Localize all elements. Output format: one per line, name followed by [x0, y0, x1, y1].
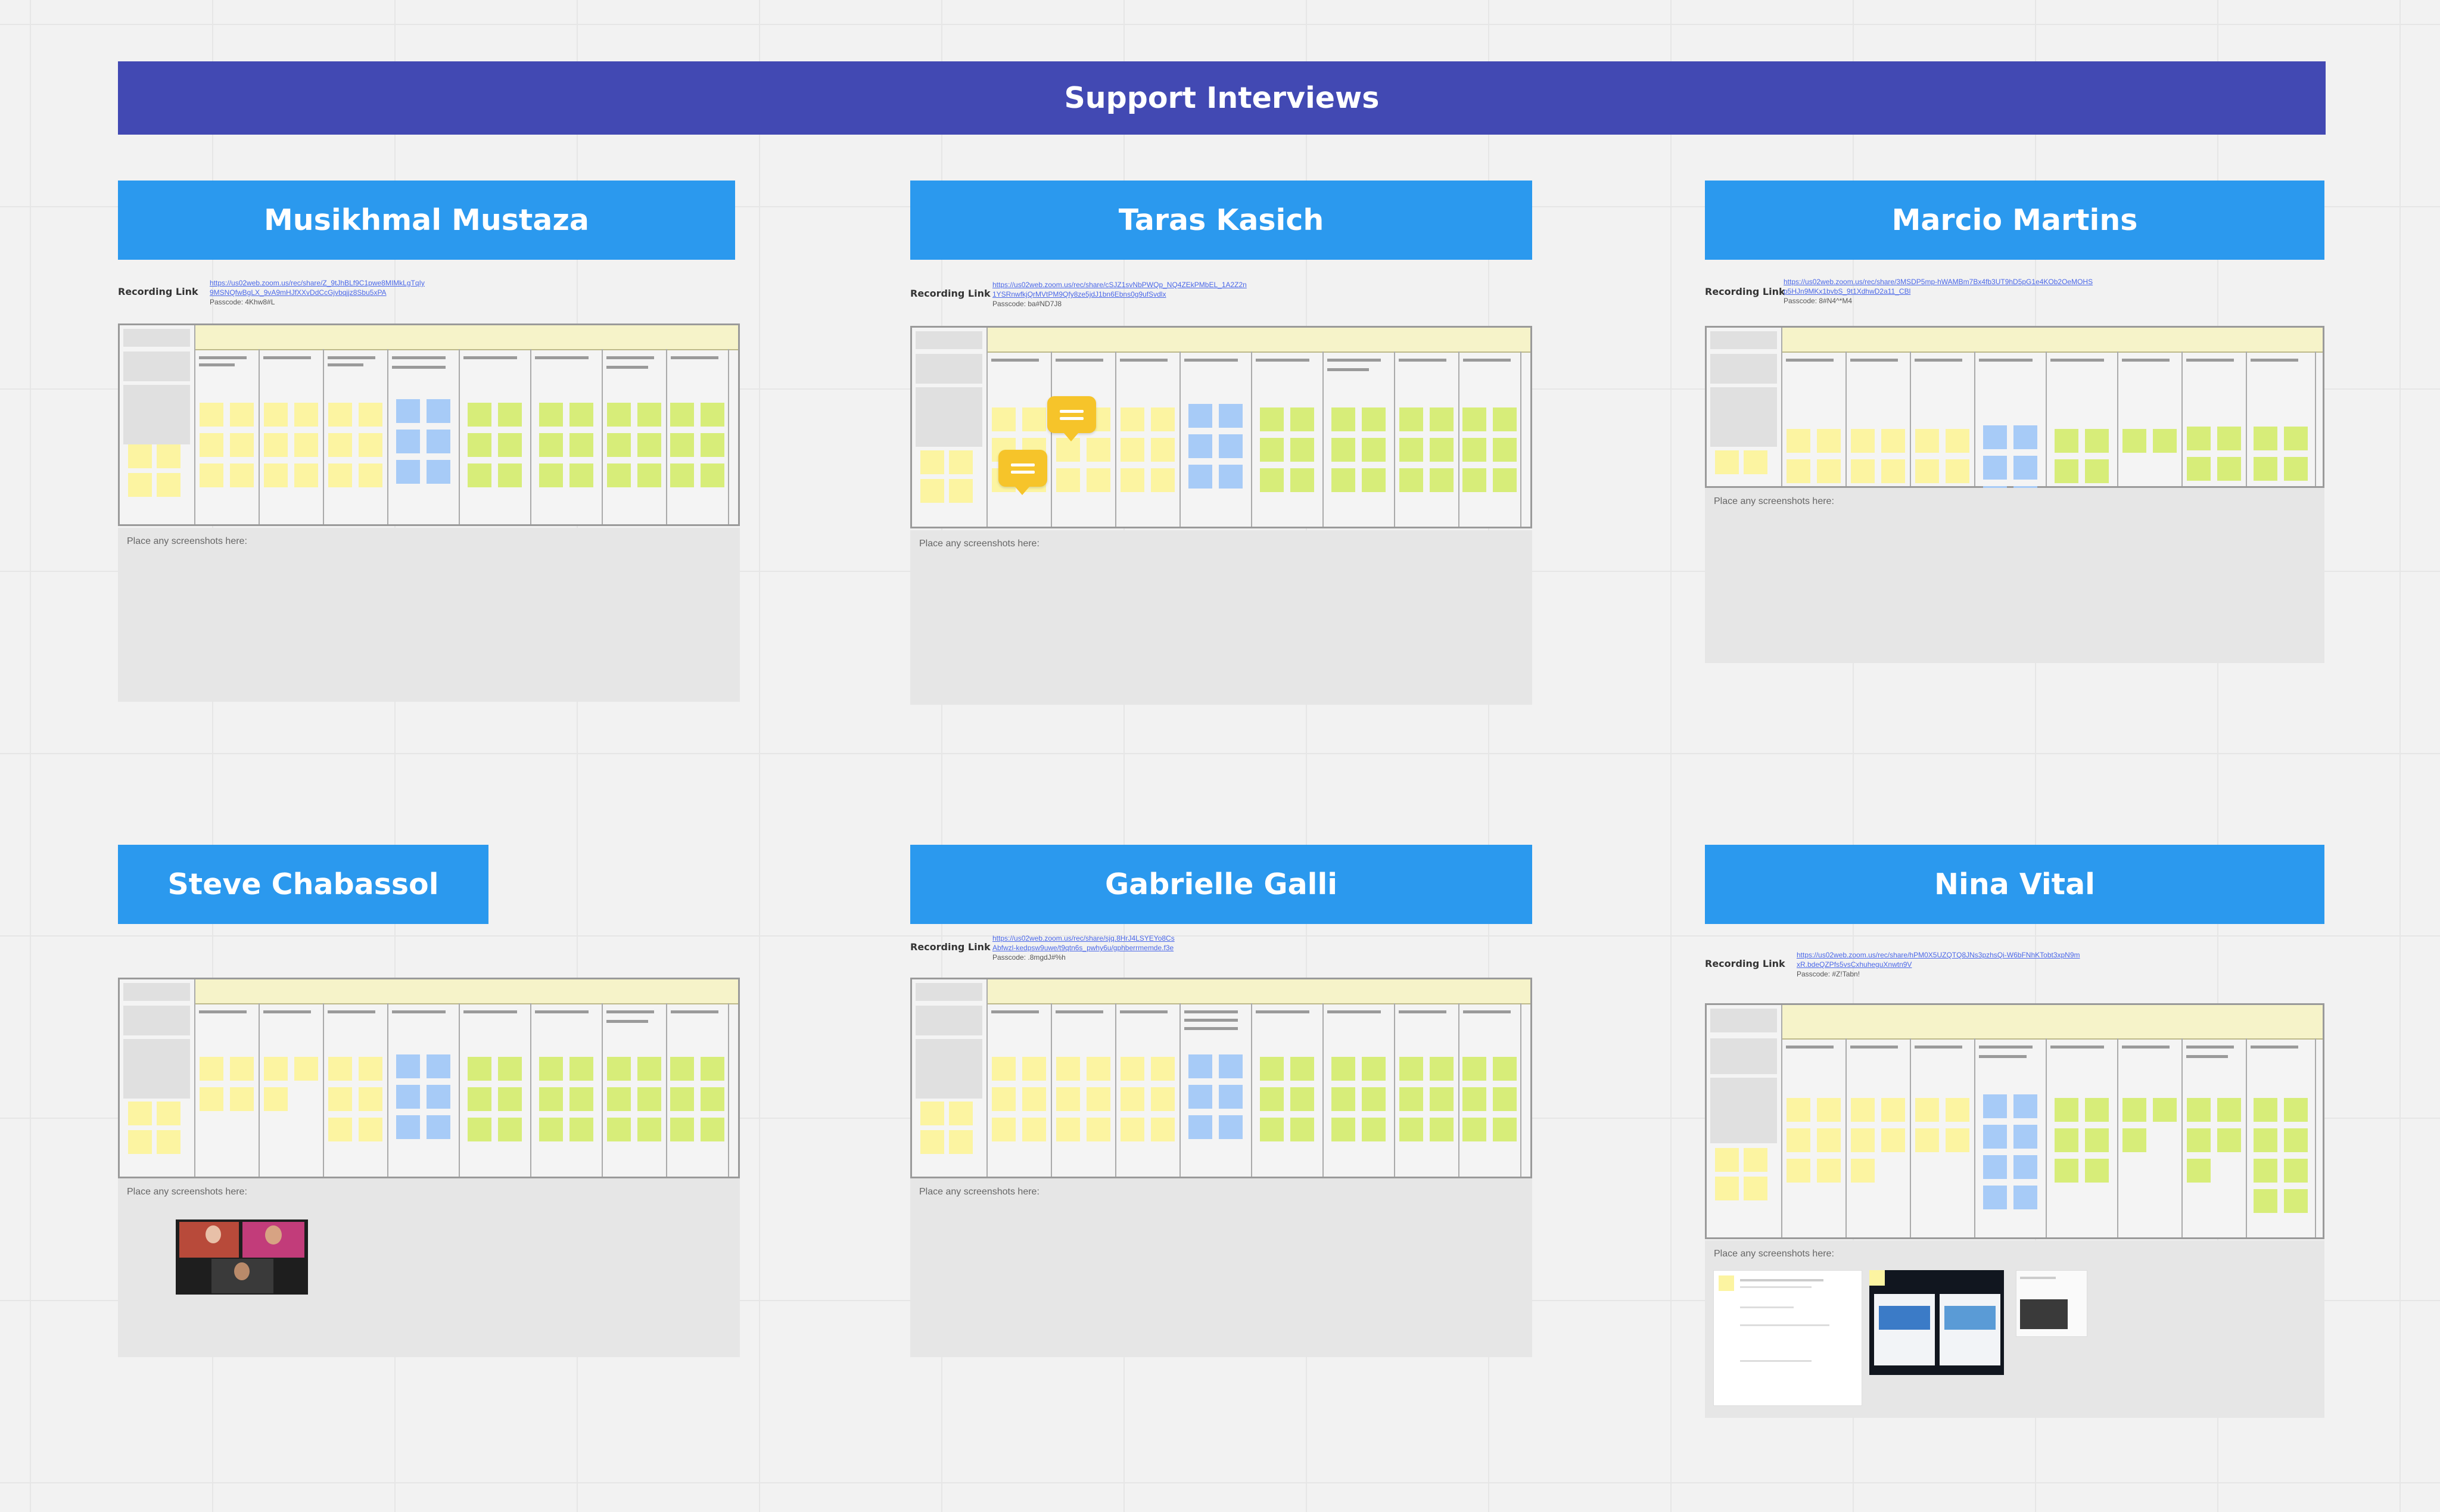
screenshot-placeholder-text: Place any screenshots here: [1714, 1249, 1834, 1259]
recording-link-cont[interactable]: p5HJn9MKx1bvbS_9t1XdhwD2a11_CBl [1784, 287, 2093, 295]
document-screenshot[interactable] [1713, 1270, 1862, 1406]
screenshot-placeholder-text: Place any screenshots here: [919, 1187, 1040, 1197]
passcode-text: Passcode: ba#ND7J8 [992, 300, 1062, 308]
interviewee-name-header[interactable]: Musikhmal Mustaza [118, 181, 735, 260]
recording-link-label: Recording Link [118, 286, 198, 297]
recording-link-label: Recording Link [910, 941, 991, 953]
row-labels [1707, 1005, 1782, 1237]
screenshot-area[interactable]: Place any screenshots here: [1705, 1240, 2324, 1418]
screenshot-area[interactable]: Place any screenshots here: [118, 1178, 740, 1357]
screenshot-area[interactable]: Place any screenshots here: [910, 1178, 1532, 1357]
interview-table[interactable] [910, 978, 1532, 1178]
participant-row [194, 979, 738, 1004]
interviewee-name-header[interactable]: Marcio Martins [1705, 181, 2324, 260]
recording-link-cont[interactable]: Abfwzl-kedpsw9uwe/t9qtn6s_pwhy6u/gphberr… [992, 944, 1175, 952]
recording-link-label: Recording Link [910, 288, 991, 299]
screenshot-placeholder-text: Place any screenshots here: [919, 539, 1040, 549]
screenshot-placeholder-text: Place any screenshots here: [1714, 496, 1834, 506]
interview-frame-marcio[interactable]: Marcio Martins Recording Link https://us… [1705, 181, 2327, 663]
recording-link-row: Recording Link https://us02web.zoom.us/r… [910, 934, 1175, 962]
interview-table[interactable] [118, 978, 740, 1178]
recording-link-row: Recording Link https://us02web.zoom.us/r… [118, 279, 425, 306]
interview-frame-musikhmal[interactable]: Musikhmal Mustaza Recording Link https:/… [118, 181, 740, 702]
recording-link-row: Recording Link https://us02web.zoom.us/r… [1705, 951, 2080, 978]
recording-link-cont[interactable]: 1YSRnwfkjQrMVtPM9Qfy8ze5jdJ1bn6Ebns0g9uf… [992, 290, 1247, 298]
browser-screenshot[interactable] [1869, 1270, 2004, 1375]
interview-table[interactable] [118, 323, 740, 526]
interview-table[interactable] [910, 326, 1532, 528]
participant-row [986, 979, 1530, 1004]
recording-link-label: Recording Link [1705, 958, 1785, 969]
passcode-text: Passcode: .8mgdJ#%h [992, 953, 1066, 962]
interview-frame-nina[interactable]: Nina Vital Recording Link https://us02we… [1705, 845, 2327, 1418]
participant-row [986, 328, 1530, 353]
passcode-text: Passcode: 4Khw8#L [210, 298, 275, 306]
passcode-text: Passcode: 8#N4^*M4 [1784, 297, 1853, 305]
comment-icon[interactable] [1047, 396, 1096, 441]
recording-link[interactable]: https://us02web.zoom.us/rec/share/hPM0X5… [1797, 951, 2080, 959]
recording-link-cont[interactable]: xR.bdeQZPfs5vsCxhuheguXnwtn9V [1797, 960, 2080, 969]
recording-link[interactable]: https://us02web.zoom.us/rec/share/3MSDP5… [1784, 278, 2093, 286]
comment-icon[interactable] [998, 450, 1047, 495]
recording-link-row: Recording Link https://us02web.zoom.us/r… [910, 281, 1247, 308]
recording-link[interactable]: https://us02web.zoom.us/rec/share/Z_9tJh… [210, 279, 425, 287]
interview-table[interactable] [1705, 326, 2324, 514]
screenshot-area[interactable]: Place any screenshots here: [118, 528, 740, 702]
screenshot-placeholder-text: Place any screenshots here: [127, 536, 247, 546]
recording-link[interactable]: https://us02web.zoom.us/rec/share/sjq.8H… [992, 934, 1175, 942]
interview-frame-steve[interactable]: Steve Chabassol Place any screenshots he… [118, 845, 740, 1357]
interview-frame-gabrielle[interactable]: Gabrielle Galli Recording Link https://u… [910, 845, 1532, 1357]
recording-link-row: Recording Link https://us02web.zoom.us/r… [1705, 278, 2093, 305]
participant-row [1781, 328, 2323, 353]
screenshot-placeholder-text: Place any screenshots here: [127, 1187, 247, 1197]
participant-row [1781, 1005, 2323, 1040]
recording-link-cont[interactable]: 9MSNQfwBgLX_9vA9mHJfXXvDdCcGjvbqjjz8Sbu5… [210, 288, 425, 297]
interview-table[interactable] [1705, 1003, 2324, 1239]
interviewee-name-header[interactable]: Gabrielle Galli [910, 845, 1532, 924]
interview-frame-taras[interactable]: Taras Kasich Recording Link https://us02… [910, 181, 1532, 705]
video-call-screenshot[interactable] [176, 1219, 308, 1295]
interviewee-name-header[interactable]: Taras Kasich [910, 181, 1532, 260]
app-screenshot[interactable] [2016, 1270, 2087, 1337]
board-title-banner[interactable]: Support Interviews [118, 61, 2326, 135]
recording-link[interactable]: https://us02web.zoom.us/rec/share/cSJZ1s… [992, 281, 1247, 289]
screenshot-area[interactable]: Place any screenshots here: [910, 530, 1532, 705]
interviewee-name-header[interactable]: Nina Vital [1705, 845, 2324, 924]
screenshot-area[interactable]: Place any screenshots here: [1705, 488, 2324, 663]
participant-row [194, 325, 738, 350]
interviewee-name-header[interactable]: Steve Chabassol [118, 845, 488, 924]
passcode-text: Passcode: #Z!Tabn! [1797, 970, 1860, 978]
